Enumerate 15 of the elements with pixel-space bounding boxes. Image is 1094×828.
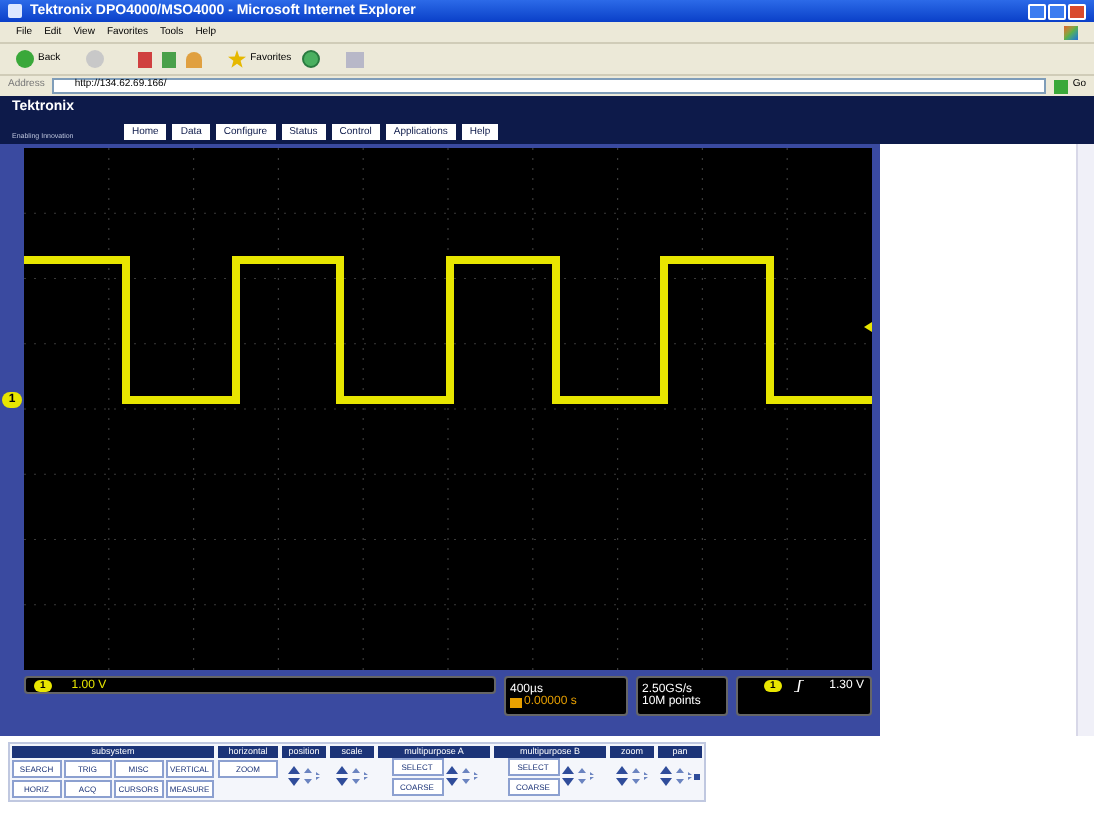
rising-edge-icon bbox=[793, 680, 804, 692]
up-down-arrows-icon[interactable] bbox=[445, 766, 477, 786]
trigger-level-marker-icon bbox=[864, 322, 872, 332]
up-down-arrows-icon[interactable] bbox=[561, 766, 593, 786]
delay-icon bbox=[510, 697, 522, 707]
maximize-button[interactable] bbox=[1048, 3, 1066, 19]
up-down-arrows-icon[interactable] bbox=[336, 766, 368, 786]
star-icon bbox=[228, 50, 247, 68]
minimize-button[interactable] bbox=[1028, 3, 1046, 19]
up-down-arrows-icon[interactable] bbox=[288, 766, 320, 786]
up-down-arrows-icon[interactable] bbox=[660, 766, 692, 786]
pan-square-icon[interactable] bbox=[694, 773, 700, 779]
up-down-arrows-icon[interactable] bbox=[616, 766, 648, 786]
scrollbar[interactable] bbox=[1076, 144, 1094, 736]
close-button[interactable] bbox=[1068, 3, 1086, 19]
